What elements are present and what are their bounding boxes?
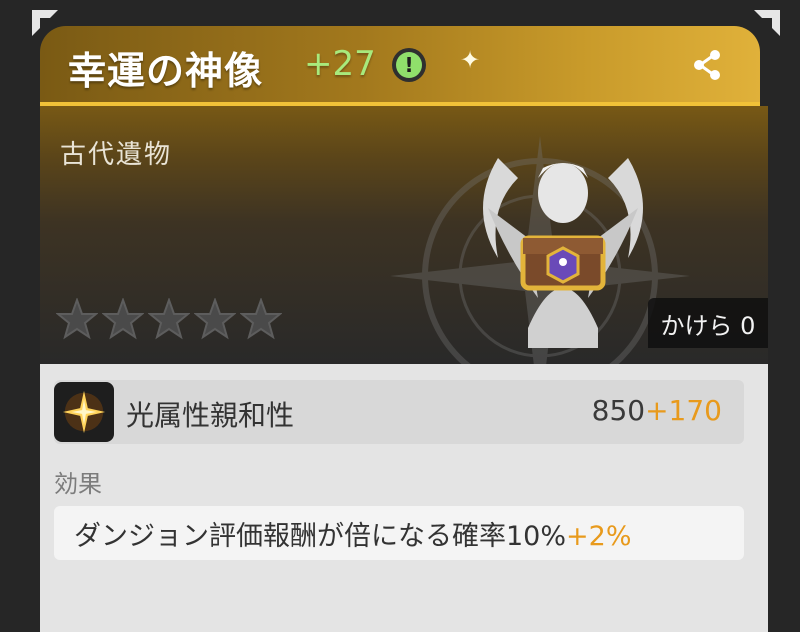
exclamation-icon: ! [396, 52, 422, 78]
stat-base-value: 850 [591, 394, 646, 427]
effect-description: ダンジョン評価報酬が倍になる確率10%+2% [54, 506, 744, 560]
frame-corner-ornament [752, 8, 782, 38]
star-icon [194, 298, 236, 340]
effect-main-text: ダンジョン評価報酬が倍になる確率10% [74, 521, 567, 552]
star-icon [102, 298, 144, 340]
goddess-statue-icon [483, 158, 643, 348]
item-banner: 古代遺物 かけら 0 [40, 106, 768, 364]
info-icon[interactable]: ! [392, 48, 426, 82]
stat-bonus-value: +170 [645, 394, 722, 427]
fragment-count: かけら 0 [648, 298, 768, 348]
scroll-track[interactable] [770, 364, 800, 632]
item-header: 幸運の神像 +27 ! ✦ [40, 26, 760, 106]
effect-bonus-text: +2% [566, 521, 632, 552]
rarity-stars [56, 298, 282, 340]
sparkle-icon: ✦ [460, 46, 481, 74]
share-icon[interactable] [690, 48, 724, 82]
star-icon [240, 298, 282, 340]
item-category: 古代遺物 [60, 140, 173, 170]
star-icon [148, 298, 190, 340]
item-detail-window: 幸運の神像 +27 ! ✦ 古代遺物 かけら 0 光属性親和性 850+170 … [0, 0, 800, 632]
item-stats-panel: 光属性親和性 850+170 効果 ダンジョン評価報酬が倍になる確率10%+2% [40, 364, 768, 632]
light-element-icon [54, 382, 114, 442]
effect-heading: 効果 [54, 470, 102, 498]
star-icon [56, 298, 98, 340]
stat-row: 光属性親和性 850+170 [54, 380, 744, 444]
item-level-bonus: +27 [304, 44, 376, 84]
effect-text: ダンジョン評価報酬が倍になる確率10%+2% [74, 514, 631, 553]
item-title: 幸運の神像 [68, 49, 264, 93]
stat-name: 光属性親和性 [126, 399, 295, 432]
stat-value: 850+170 [592, 394, 722, 427]
